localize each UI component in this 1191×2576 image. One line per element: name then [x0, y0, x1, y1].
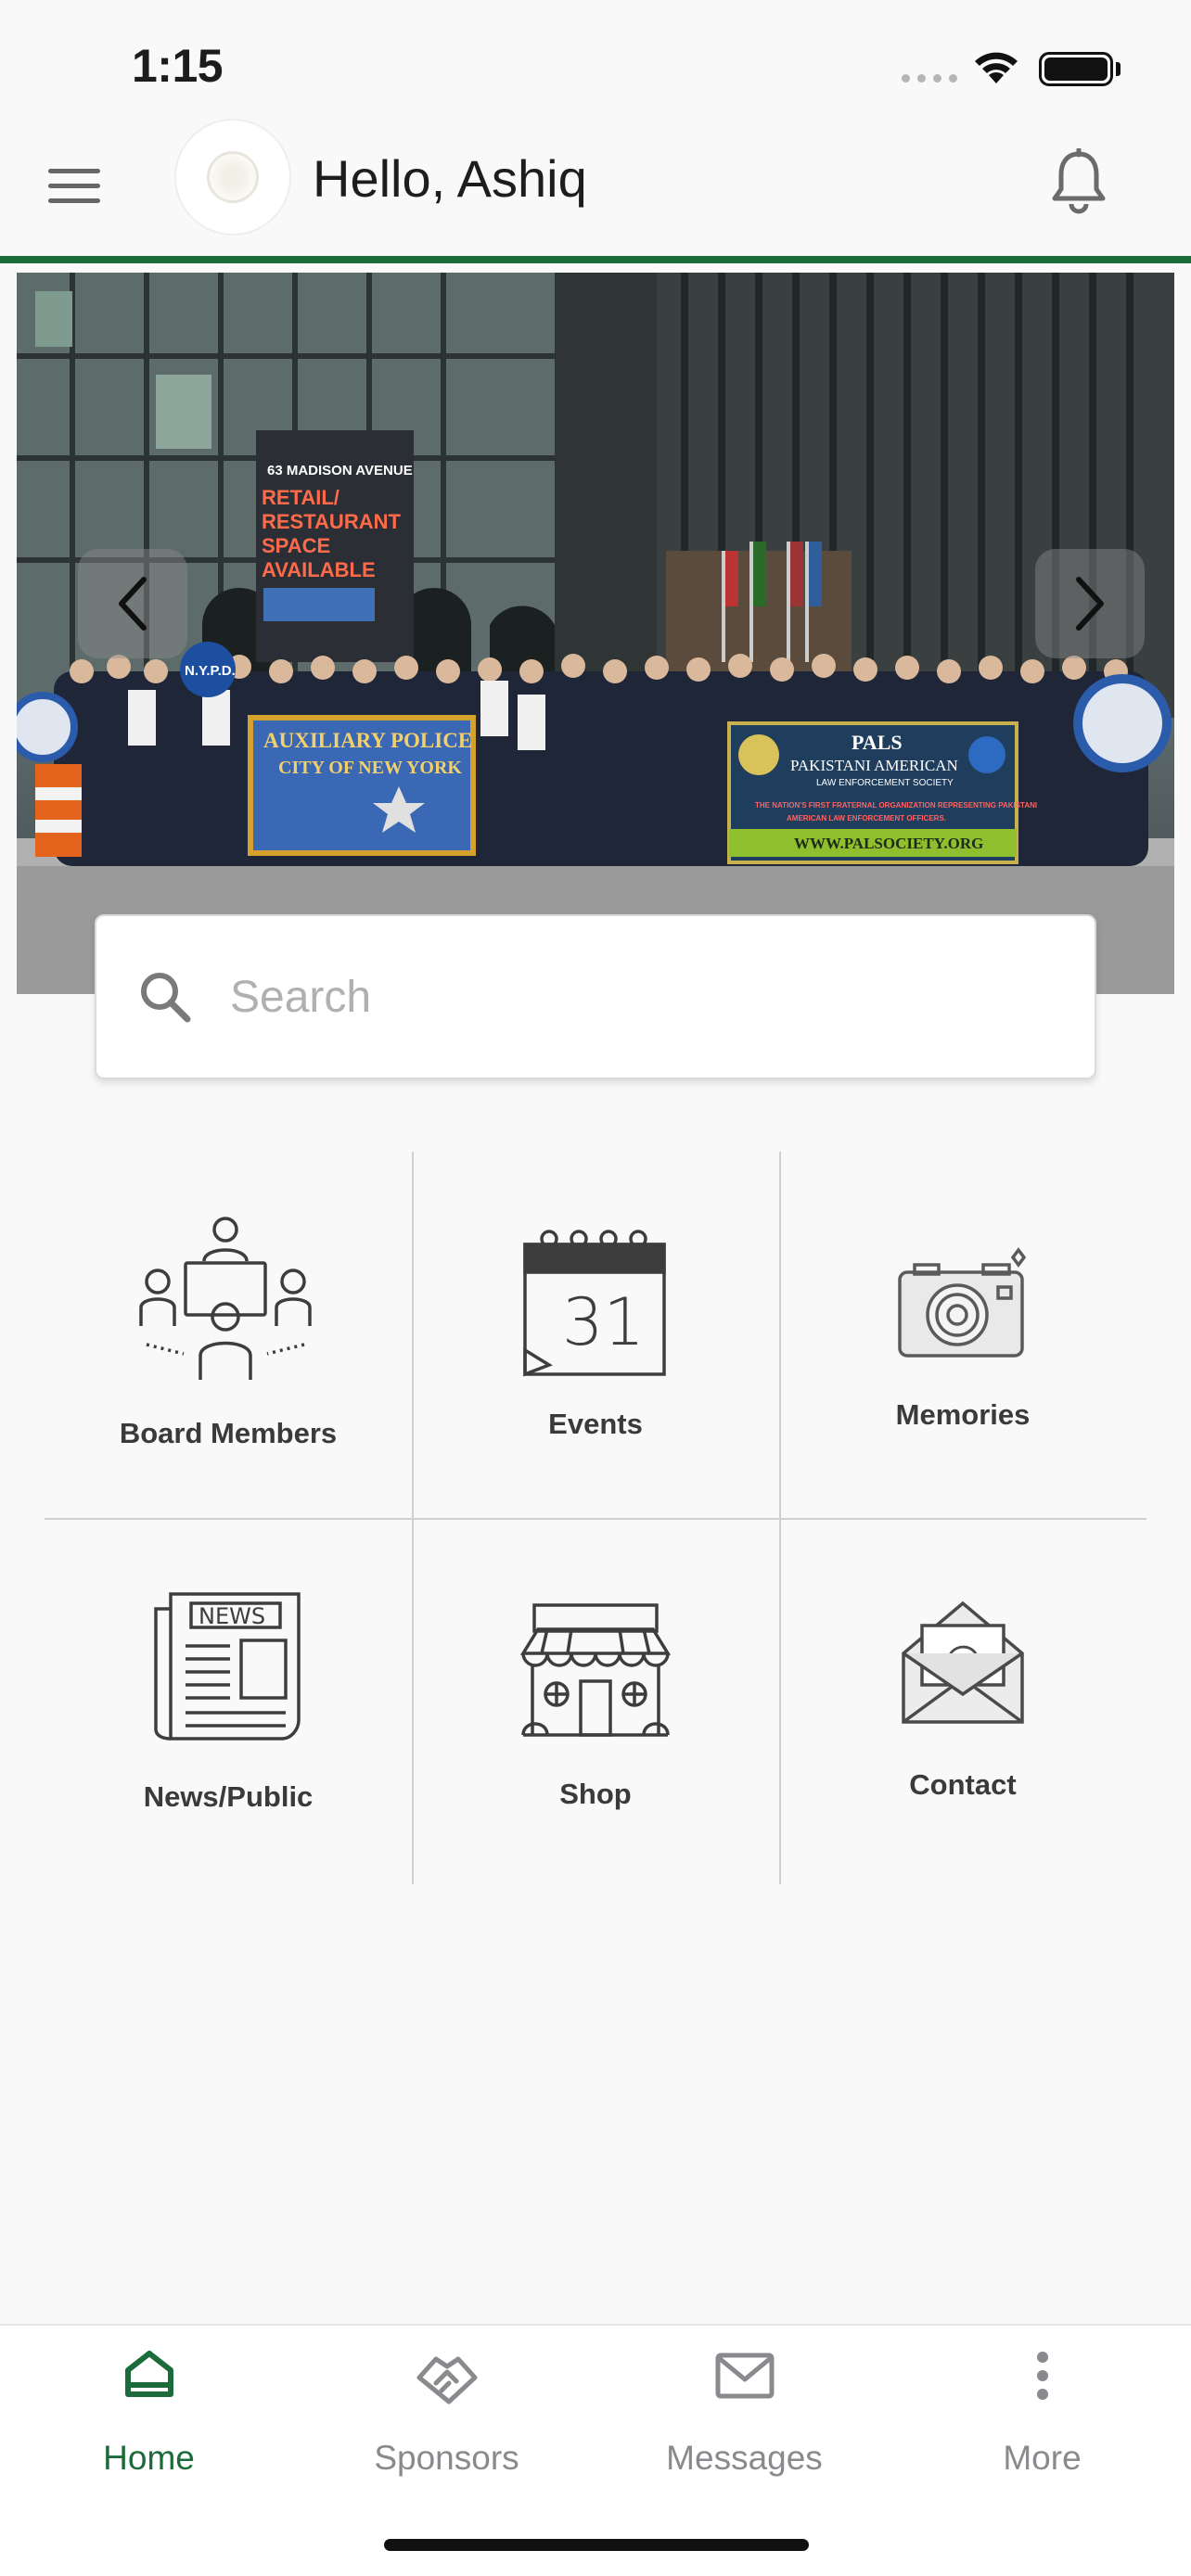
carousel-prev-button[interactable] — [78, 549, 187, 658]
banner-pals-line3: THE NATION'S FIRST FRATERNAL ORGANIZATIO… — [755, 801, 1037, 810]
banner-pals-line2: LAW ENFORCEMENT SOCIETY — [816, 778, 954, 788]
app-header: Hello, Ashiq — [0, 121, 1191, 256]
calendar-day-number: 31 — [562, 1284, 645, 1360]
banner-pals-line1: PAKISTANI AMERICAN — [790, 757, 958, 774]
banner-pals-url: WWW.PALSOCIETY.ORG — [794, 835, 983, 852]
more-vertical-icon — [1036, 2352, 1048, 2400]
banner-pals-title: PALS — [852, 731, 903, 754]
cellular-signal-icon — [902, 74, 957, 83]
chevron-left-icon — [119, 577, 147, 631]
svg-text:RESTAURANT: RESTAURANT — [262, 510, 401, 533]
tab-label-more: More — [1003, 2439, 1082, 2477]
banner-aux-line1: AUXILIARY POLICE — [263, 729, 472, 752]
home-indicator — [384, 2539, 809, 2551]
tab-messages[interactable]: Messages — [596, 2326, 893, 2511]
calendar-icon: 31 — [523, 1230, 666, 1377]
svg-text:RETAIL/: RETAIL/ — [262, 486, 339, 509]
tab-more[interactable]: More — [893, 2326, 1191, 2511]
search-icon — [141, 973, 191, 1023]
svg-text:SPACE: SPACE — [262, 534, 330, 557]
greeting-text: Hello, Ashiq — [313, 149, 587, 208]
feature-grid: Board Members 31 Events Memories NEWS Ne… — [45, 1152, 1146, 1884]
tab-sponsors[interactable]: Sponsors — [298, 2326, 596, 2511]
board-members-icon — [139, 1217, 312, 1380]
tile-label-events: Events — [548, 1408, 643, 1440]
banner-pals-line4: AMERICAN LAW ENFORCEMENT OFFICERS. — [787, 814, 946, 823]
search-bar[interactable] — [95, 914, 1096, 1079]
battery-icon — [1039, 52, 1113, 86]
home-icon — [124, 2351, 173, 2397]
tile-label-contact: Contact — [909, 1768, 1017, 1801]
banner-carousel[interactable]: 63 MADISON AVENUE RETAIL/ RESTAURANT SPA… — [17, 273, 1174, 994]
status-time: 1:15 — [132, 40, 224, 92]
tile-news-public[interactable]: NEWS News/Public — [45, 1518, 412, 1884]
tile-label-news-public: News/Public — [143, 1780, 314, 1813]
envelope-icon: @ — [902, 1600, 1024, 1724]
status-bar: 1:15 — [0, 0, 1191, 121]
tile-label-board-members: Board Members — [119, 1417, 338, 1449]
header-divider — [0, 256, 1191, 263]
tab-label-sponsors: Sponsors — [374, 2439, 519, 2477]
banner-photo: 63 MADISON AVENUE RETAIL/ RESTAURANT SPA… — [17, 273, 1174, 994]
hamburger-menu-icon[interactable] — [48, 158, 108, 213]
newspaper-icon: NEWS — [154, 1592, 301, 1741]
tile-label-memories: Memories — [895, 1398, 1031, 1431]
wifi-icon — [975, 52, 1018, 83]
mail-icon — [715, 2353, 774, 2399]
tile-contact[interactable]: @ Contact — [779, 1518, 1146, 1884]
organization-logo — [176, 121, 289, 234]
banner-aux-line2: CITY OF NEW YORK — [278, 758, 462, 778]
handshake-icon — [416, 2356, 477, 2404]
battery-cap — [1116, 62, 1121, 76]
shop-icon — [519, 1603, 672, 1737]
chevron-right-icon — [1076, 577, 1104, 631]
tab-home[interactable]: Home — [0, 2326, 298, 2511]
tile-board-members[interactable]: Board Members — [45, 1152, 412, 1518]
svg-text:AVAILABLE: AVAILABLE — [262, 558, 376, 581]
tab-label-messages: Messages — [666, 2439, 823, 2477]
notification-bell-icon[interactable] — [1048, 148, 1109, 217]
banner-nypd-text: N.Y.P.D. — [185, 663, 236, 679]
tile-shop[interactable]: Shop — [412, 1518, 779, 1884]
tile-memories[interactable]: Memories — [779, 1152, 1146, 1518]
carousel-next-button[interactable] — [1035, 549, 1145, 658]
camera-icon — [898, 1247, 1027, 1358]
tab-label-home: Home — [103, 2439, 195, 2477]
search-input[interactable] — [230, 971, 1046, 1023]
banner-building-number: 63 MADISON AVENUE — [267, 463, 413, 478]
newspaper-heading: NEWS — [198, 1603, 265, 1629]
tile-label-shop: Shop — [559, 1778, 632, 1810]
tile-events[interactable]: 31 Events — [412, 1152, 779, 1518]
